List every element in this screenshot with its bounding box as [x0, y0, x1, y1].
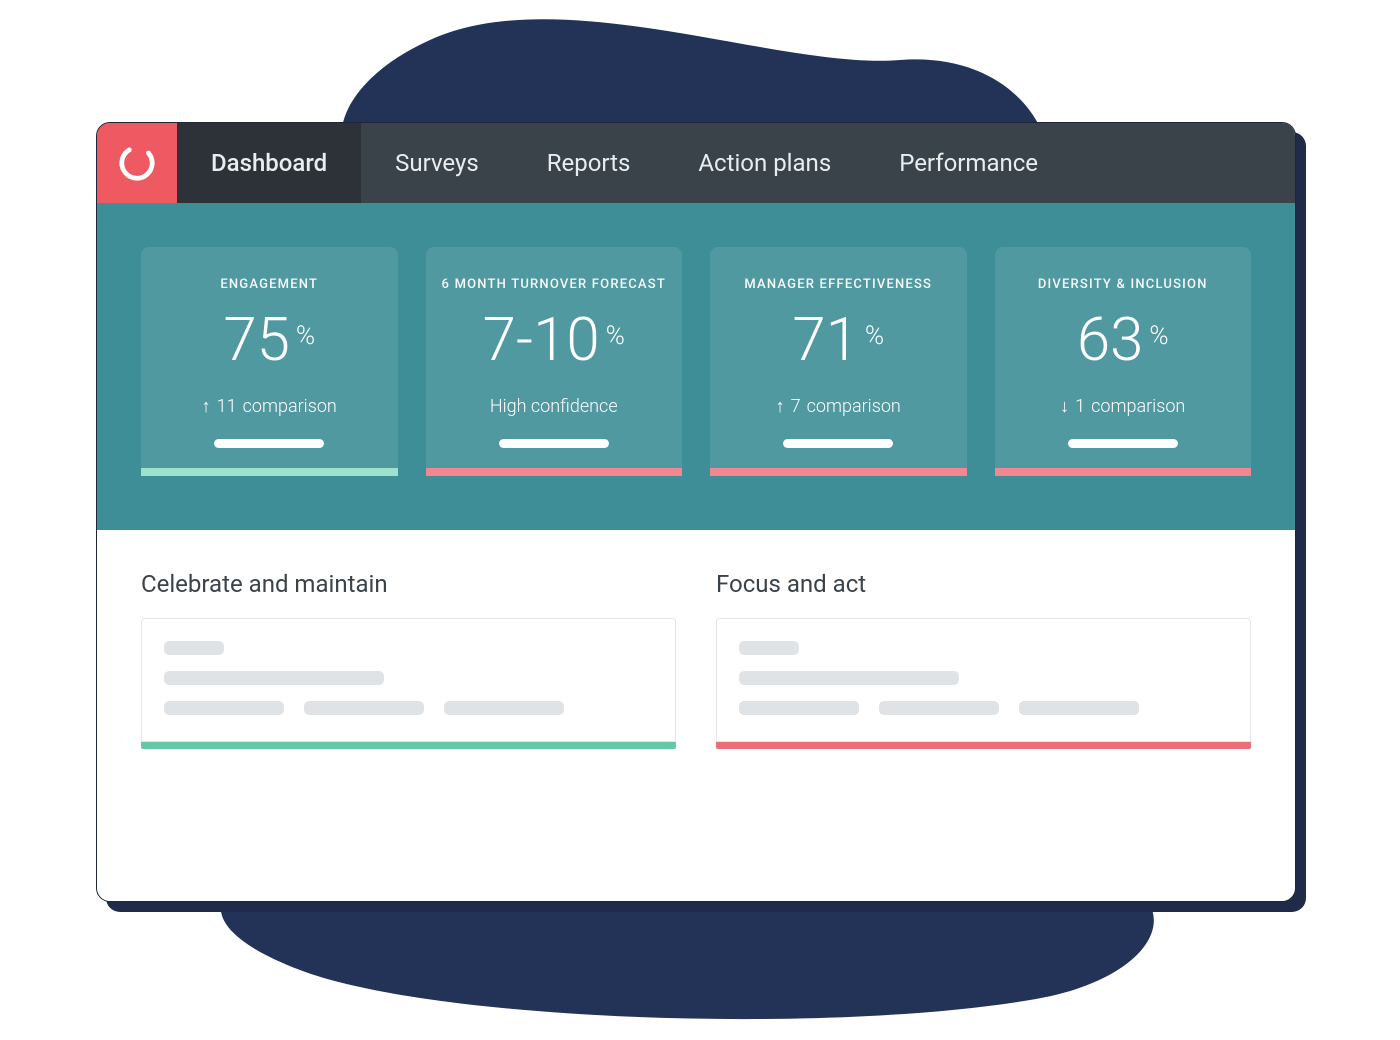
arrow-down-icon: ↓ — [1060, 398, 1069, 416]
metric-sub-suffix: comparison — [243, 396, 337, 417]
metric-sub-plain: High confidence — [490, 396, 618, 417]
metric-card-turnover[interactable]: 6 MONTH TURNOVER FORECAST 7-10 % High co… — [426, 247, 683, 476]
placeholder-line — [739, 701, 859, 715]
metric-comparison: ↓ 1 comparison — [1060, 396, 1185, 417]
placeholder-line — [739, 641, 799, 655]
metric-value: 71 — [792, 310, 859, 370]
insight-focus: Focus and act — [716, 570, 1251, 749]
app-window: Dashboard Surveys Reports Action plans P… — [96, 122, 1296, 902]
placeholder-row — [739, 701, 1228, 715]
nav-tab-action-plans[interactable]: Action plans — [664, 123, 865, 203]
placeholder-line — [444, 701, 564, 715]
metric-delta: 7 — [791, 396, 801, 417]
metric-comparison: ↑ 11 comparison — [202, 396, 337, 417]
insight-row: Celebrate and maintain Focus and act — [97, 530, 1295, 749]
placeholder-line — [1019, 701, 1139, 715]
arrow-up-icon: ↑ — [776, 398, 785, 416]
placeholder-row — [164, 701, 653, 715]
metric-subtext: High confidence — [490, 396, 618, 417]
metric-title: DIVERSITY & INCLUSION — [1038, 277, 1208, 292]
metric-card-manager-effectiveness[interactable]: MANAGER EFFECTIVENESS 71 % ↑ 7 compariso… — [710, 247, 967, 476]
metric-title: 6 MONTH TURNOVER FORECAST — [442, 277, 666, 292]
placeholder-line — [164, 671, 384, 685]
metric-progress-bar — [214, 439, 324, 448]
percent-icon: % — [296, 323, 315, 349]
metric-value-row: 7-10 % — [483, 310, 625, 370]
percent-icon: % — [865, 323, 884, 349]
brand-logo[interactable] — [97, 123, 177, 203]
nav-tab-surveys[interactable]: Surveys — [361, 123, 513, 203]
percent-icon: % — [1149, 323, 1168, 349]
metric-comparison: ↑ 7 comparison — [776, 396, 901, 417]
insight-title: Celebrate and maintain — [141, 570, 676, 598]
metric-title: MANAGER EFFECTIVENESS — [744, 277, 932, 292]
placeholder-line — [304, 701, 424, 715]
metric-value-row: 75 % — [223, 310, 315, 370]
insight-box[interactable] — [716, 618, 1251, 742]
insight-underline — [141, 742, 676, 749]
placeholder-line — [164, 701, 284, 715]
metric-value: 63 — [1077, 310, 1144, 370]
metric-progress-bar — [499, 439, 609, 448]
metric-card-engagement[interactable]: ENGAGEMENT 75 % ↑ 11 comparison — [141, 247, 398, 476]
insight-underline — [716, 742, 1251, 749]
metric-sub-suffix: comparison — [1091, 396, 1185, 417]
placeholder-line — [879, 701, 999, 715]
nav-tab-dashboard[interactable]: Dashboard — [177, 123, 361, 203]
brand-logo-icon — [118, 144, 156, 182]
arrow-up-icon: ↑ — [202, 398, 211, 416]
placeholder-line — [164, 641, 224, 655]
nav-tab-reports[interactable]: Reports — [513, 123, 665, 203]
metric-value: 7-10 — [483, 310, 600, 370]
metric-progress-bar — [1068, 439, 1178, 448]
metric-progress-bar — [783, 439, 893, 448]
percent-icon: % — [606, 323, 625, 349]
metric-title: ENGAGEMENT — [220, 277, 318, 292]
nav-tab-performance[interactable]: Performance — [865, 123, 1072, 203]
metric-band: ENGAGEMENT 75 % ↑ 11 comparison 6 MONTH … — [97, 203, 1295, 530]
metric-card-diversity-inclusion[interactable]: DIVERSITY & INCLUSION 63 % ↓ 1 compariso… — [995, 247, 1252, 476]
metric-delta: 11 — [217, 396, 237, 417]
insight-box[interactable] — [141, 618, 676, 742]
metric-delta: 1 — [1075, 396, 1085, 417]
insight-title: Focus and act — [716, 570, 1251, 598]
metric-value-row: 71 % — [792, 310, 884, 370]
placeholder-line — [739, 671, 959, 685]
navbar: Dashboard Surveys Reports Action plans P… — [97, 123, 1295, 203]
insight-celebrate: Celebrate and maintain — [141, 570, 676, 749]
metric-value: 75 — [223, 310, 290, 370]
metric-value-row: 63 % — [1077, 310, 1169, 370]
metric-sub-suffix: comparison — [807, 396, 901, 417]
